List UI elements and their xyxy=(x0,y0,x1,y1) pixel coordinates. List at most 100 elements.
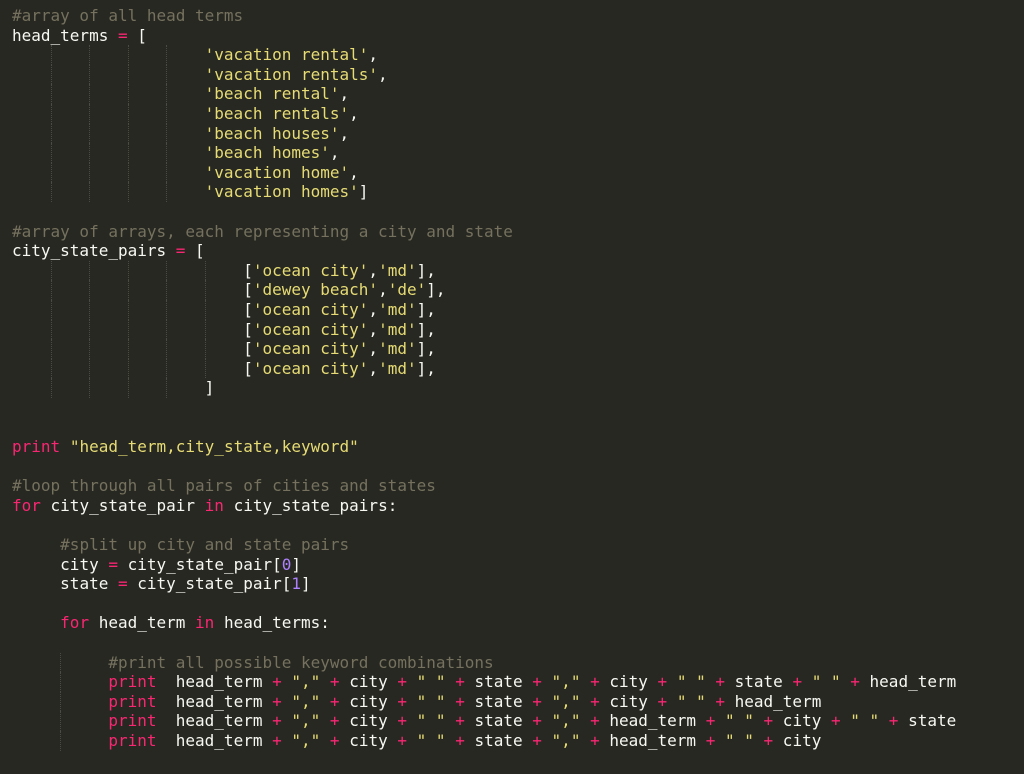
code-line[interactable]: ] xyxy=(12,378,1024,398)
code-line[interactable]: 'vacation home', xyxy=(12,162,1024,183)
code-line[interactable]: for city_state_pair in city_state_pairs: xyxy=(12,496,1024,516)
code-operator: + xyxy=(590,711,600,731)
code-line[interactable]: ['ocean city','md'], xyxy=(12,319,1024,340)
code-line[interactable] xyxy=(12,515,1024,535)
code-line[interactable]: print head_term + "," + city + " " + sta… xyxy=(12,691,1024,712)
indent-guide xyxy=(127,299,129,320)
code-line[interactable]: #print all possible keyword combinations xyxy=(12,652,1024,673)
code-operator: = xyxy=(117,25,128,45)
code-line[interactable]: ['ocean city','md'], xyxy=(12,299,1024,320)
code-line[interactable]: 'beach rentals', xyxy=(12,103,1024,124)
code-punctuation: ], xyxy=(416,260,436,280)
indent-guide xyxy=(166,143,168,163)
code-line[interactable]: print head_term + "," + city + " " + sta… xyxy=(12,730,1024,751)
code-punctuation: [ xyxy=(243,339,253,359)
code-line[interactable]: 'vacation homes'] xyxy=(12,182,1024,202)
code-identifier: city xyxy=(339,730,398,750)
code-line[interactable]: ['ocean city','md'], xyxy=(12,260,1024,281)
indent-guide xyxy=(166,339,168,359)
code-identifier xyxy=(407,731,417,750)
code-line[interactable]: ['ocean city','md'], xyxy=(12,339,1024,359)
code-operator: + xyxy=(272,691,282,711)
code-line[interactable]: #loop through all pairs of cities and st… xyxy=(12,476,1024,496)
code-line[interactable]: #array of all head terms xyxy=(12,6,1024,26)
code-line[interactable]: #array of arrays, each representing a ci… xyxy=(12,222,1024,242)
code-string: "," xyxy=(551,711,581,731)
code-identifier xyxy=(320,711,330,730)
code-line[interactable]: ['dewey beach','de'], xyxy=(12,280,1024,300)
indent-guide xyxy=(127,358,129,379)
code-line[interactable] xyxy=(12,202,1024,222)
code-punctuation: [ xyxy=(243,280,253,300)
code-keyword: print xyxy=(108,691,157,711)
code-area[interactable]: #array of all head terms head_terms = [ '… xyxy=(12,6,1024,751)
code-string: " " xyxy=(416,691,446,711)
code-string: " " xyxy=(676,691,706,711)
code-line[interactable]: 'vacation rental', xyxy=(12,45,1024,65)
code-identifier xyxy=(667,692,677,711)
code-line[interactable]: #split up city and state pairs xyxy=(12,535,1024,555)
code-keyword: print xyxy=(108,730,157,750)
code-operator: + xyxy=(455,691,465,711)
indent-guide xyxy=(204,358,206,379)
code-identifier xyxy=(580,692,590,711)
code-line[interactable]: 'beach rental', xyxy=(12,84,1024,104)
code-string: "," xyxy=(291,711,321,731)
code-number: 1 xyxy=(291,574,302,594)
code-punctuation xyxy=(60,437,70,456)
code-keyword: in xyxy=(195,613,215,633)
indent-guide xyxy=(127,123,129,144)
code-line[interactable]: ['ocean city','md'], xyxy=(12,358,1024,379)
code-line[interactable]: print "head_term,city_state,keyword" xyxy=(12,437,1024,457)
indent-guide xyxy=(50,260,52,281)
indent-guide xyxy=(89,358,91,379)
code-line[interactable]: 'vacation rentals', xyxy=(12,64,1024,85)
code-line[interactable] xyxy=(12,417,1024,437)
code-line[interactable] xyxy=(12,457,1024,477)
code-number: 0 xyxy=(281,554,292,574)
code-line[interactable] xyxy=(12,633,1024,653)
code-line[interactable]: head_terms = [ xyxy=(12,26,1024,46)
code-line[interactable]: 'beach homes', xyxy=(12,143,1024,163)
code-line[interactable]: for head_term in head_terms: xyxy=(12,613,1024,633)
indent-guide xyxy=(166,162,168,183)
indent-guide xyxy=(89,182,91,202)
code-string: 'de' xyxy=(387,280,427,300)
code-identifier xyxy=(282,672,292,691)
code-line[interactable] xyxy=(12,594,1024,614)
code-punctuation: [ xyxy=(243,358,253,378)
code-identifier: city xyxy=(773,730,822,750)
indent-guide xyxy=(60,672,62,692)
code-string: 'dewey beach' xyxy=(252,280,379,300)
indent-guide xyxy=(166,319,168,340)
code-identifier xyxy=(754,711,764,730)
code-string: 'md' xyxy=(378,299,417,319)
code-comment: #array of all head terms xyxy=(12,6,244,25)
code-identifier: city_state_pairs xyxy=(12,241,167,261)
indent-guide xyxy=(166,123,168,144)
code-line[interactable]: print head_term + "," + city + " " + sta… xyxy=(12,672,1024,692)
indent-guide xyxy=(166,84,168,104)
code-punctuation: , xyxy=(339,84,350,104)
code-punctuation: ] xyxy=(204,378,215,398)
code-punctuation: ], xyxy=(426,280,446,300)
code-line[interactable]: city = city_state_pair[0] xyxy=(12,555,1024,575)
code-identifier xyxy=(320,692,330,711)
code-operator: + xyxy=(329,672,340,692)
indent-guide xyxy=(204,280,206,300)
code-operator: + xyxy=(329,730,340,750)
code-operator: + xyxy=(272,730,282,750)
code-identifier: city xyxy=(339,711,398,731)
code-string: "," xyxy=(551,730,581,750)
code-line[interactable] xyxy=(12,398,1024,418)
code-line[interactable]: state = city_state_pair[1] xyxy=(12,574,1024,594)
code-line[interactable]: print head_term + "," + city + " " + sta… xyxy=(12,711,1024,731)
code-line[interactable]: 'beach houses', xyxy=(12,123,1024,144)
code-line[interactable]: city_state_pairs = [ xyxy=(12,241,1024,261)
code-string: " " xyxy=(724,711,754,731)
code-editor[interactable]: #array of all head terms head_terms = [ '… xyxy=(0,0,1024,774)
code-identifier xyxy=(542,672,552,691)
code-identifier: city_state_pairs: xyxy=(223,495,398,515)
